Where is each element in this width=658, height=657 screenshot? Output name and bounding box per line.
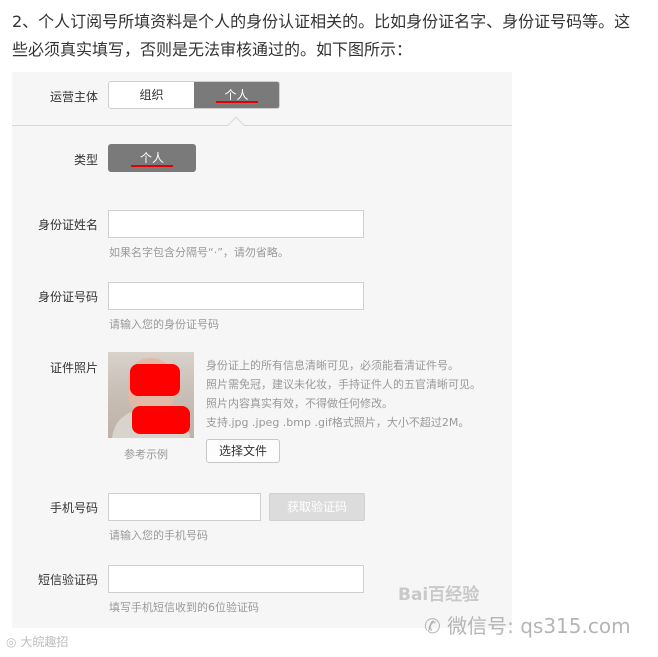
section-divider (12, 125, 512, 126)
sms-code-label: 短信验证码 (37, 573, 98, 587)
id-photo-label: 证件照片 (49, 361, 98, 375)
sample-caption: 参考示例 (124, 448, 168, 461)
subject-label: 运营主体 (49, 90, 98, 104)
photo-requirement-line: 支持.jpg .jpeg .bmp .gif格式照片，大小不超过2M。 (206, 416, 470, 429)
photo-requirement-line: 照片需免冠，建议未化妆，手持证件人的五官清晰可见。 (206, 378, 481, 391)
photo-requirements: 身份证上的所有信息清晰可见，必须能看清证件号。 照片需免冠，建议未化妆，手持证件… (206, 356, 506, 432)
id-name-input[interactable] (108, 210, 364, 238)
wechat-watermark: ✆ 微信号: qs315.com (424, 610, 631, 639)
weibo-icon: ◎ (6, 635, 17, 649)
photo-requirement-line: 身份证上的所有信息清晰可见，必须能看清证件号。 (206, 359, 459, 372)
face-redaction (130, 364, 180, 396)
phone-label: 手机号码 (49, 501, 98, 515)
id-number-label: 身份证号码 (37, 290, 98, 304)
id-card-redaction (132, 406, 190, 434)
corner-watermark-text: 大皖趣招 (20, 635, 69, 649)
sms-code-input[interactable] (108, 565, 364, 593)
id-name-hint: 如果名字包含分隔号“·”，请勿省略。 (109, 246, 289, 259)
id-number-hint: 请输入您的身份证号码 (109, 318, 219, 331)
type-button-individual[interactable]: 个人 (108, 144, 196, 172)
get-code-button[interactable]: 获取验证码 (269, 493, 365, 521)
photo-requirement-line: 照片内容真实有效，不得做任何修改。 (206, 397, 393, 410)
subject-option-organization[interactable]: 组织 (109, 82, 194, 108)
choose-file-button[interactable]: 选择文件 (206, 439, 280, 463)
id-name-label: 身份证姓名 (37, 218, 98, 232)
subject-segmented-control: 组织 个人 (108, 81, 280, 109)
type-label: 类型 (73, 153, 98, 167)
baidu-watermark: Bai百经验 (398, 585, 480, 605)
wechat-watermark-text: 微信号: qs315.com (447, 614, 631, 638)
corner-watermark: ◎ 大皖趣招 (6, 633, 68, 650)
registration-form-panel: 运营主体 组织 个人 类型 个人 身份证姓名 如果名字包含分隔号“·”，请勿省略… (12, 72, 512, 628)
selection-pointer (227, 116, 245, 134)
phone-input[interactable] (108, 493, 261, 521)
sample-id-photo (108, 352, 194, 438)
id-number-input[interactable] (108, 282, 364, 310)
phone-hint: 请输入您的手机号码 (109, 529, 208, 542)
sms-code-hint: 填写手机短信收到的6位验证码 (109, 601, 259, 614)
wechat-icon: ✆ (424, 614, 441, 638)
intro-paragraph: 2、个人订阅号所填资料是个人的身份认证相关的。比如身份证名字、身份证号码等。这些… (12, 12, 631, 59)
subject-option-individual[interactable]: 个人 (194, 82, 279, 108)
